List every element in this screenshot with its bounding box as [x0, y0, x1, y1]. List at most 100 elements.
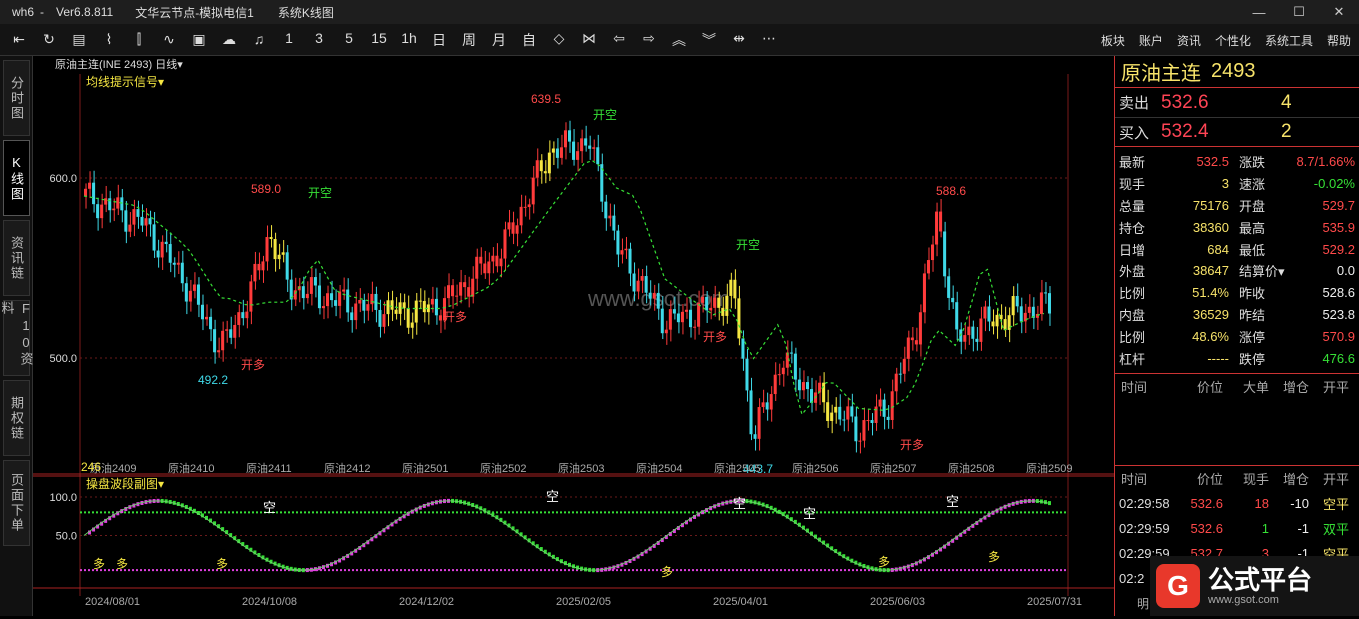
more-icon[interactable]: ⋯	[754, 30, 784, 50]
candle-body	[640, 276, 644, 281]
expand-icon[interactable]: ◇	[544, 30, 574, 50]
signal-kaikong: 开空	[736, 238, 760, 252]
bar-chart-icon[interactable]: ⫿	[124, 31, 154, 48]
candle-body	[269, 237, 273, 240]
left-arrow-icon[interactable]: ⇤	[4, 31, 34, 48]
sidebar-tab[interactable]: F10资料	[0, 300, 34, 376]
sidebar-tab[interactable]: 分时图	[3, 60, 30, 136]
menu-item[interactable]: 资讯	[1177, 32, 1201, 49]
candle-body	[572, 141, 576, 160]
candle-body	[192, 284, 196, 291]
period-button[interactable]: 月	[484, 30, 514, 50]
quote-row: 外盘 38647 结算价▾ 0.0	[1115, 260, 1359, 282]
screen-icon[interactable]: ▣	[184, 31, 214, 48]
candle-body	[422, 301, 426, 313]
next-icon[interactable]: ⇨	[634, 30, 664, 50]
low-label-1: 492.2	[198, 373, 228, 387]
period-button[interactable]: 周	[454, 30, 484, 50]
candle-body	[156, 250, 160, 258]
tick-type: 双平	[1322, 521, 1349, 537]
logo-name: 公式平台	[1208, 565, 1313, 595]
quote-details: 最新 532.5 涨跌 8.7/1.66% 现手 3 速涨 -0.02% 总量 75176 开盘 52…	[1115, 146, 1359, 369]
candle-body	[200, 304, 204, 320]
menu-item[interactable]: 板块	[1101, 32, 1125, 49]
candle-body	[221, 330, 225, 351]
candle-body	[983, 306, 987, 319]
quote-value: 528.6	[1322, 285, 1355, 301]
table-icon[interactable]: ▤	[64, 31, 94, 48]
candle-body	[309, 277, 313, 294]
bottom-tab[interactable]: 明	[1137, 595, 1149, 612]
candle-body	[535, 160, 539, 178]
line-chart-icon[interactable]: ⌇	[94, 31, 124, 48]
sidebar-tab[interactable]: K线图	[3, 140, 30, 216]
split-icon[interactable]: ⇹	[724, 30, 754, 50]
menu-item[interactable]: 账户	[1139, 32, 1163, 49]
period-button[interactable]: 5	[334, 30, 364, 50]
menu-item[interactable]: 个性化	[1215, 32, 1251, 49]
close-icon[interactable]: ✕	[1319, 0, 1359, 24]
candle-body	[894, 373, 898, 392]
period-button[interactable]: 1	[274, 30, 304, 50]
candle-body	[1003, 319, 1007, 330]
up-icon[interactable]: ︽	[664, 30, 694, 50]
candle-body	[88, 182, 92, 189]
instrument-code: 2493	[1211, 60, 1256, 82]
candle-body	[152, 224, 156, 251]
maximize-icon[interactable]: ☐	[1279, 0, 1319, 24]
candle-body	[1019, 306, 1023, 322]
candle-body	[160, 241, 164, 258]
tick-row: 02:29:59 532.6 1 -1 双平	[1115, 516, 1359, 541]
sell-price: 532.6	[1161, 91, 1209, 113]
candle-body	[471, 278, 475, 297]
down-icon[interactable]: ︾	[694, 30, 724, 50]
quote-row: 最新 532.5 涨跌 8.7/1.66%	[1115, 151, 1359, 173]
main-indicator-label: 均线提示信号▾	[86, 74, 164, 89]
sidebar-tab[interactable]: 页面下单	[3, 460, 30, 546]
period-button[interactable]: 1h	[394, 30, 424, 50]
quote-label: 比例	[1119, 329, 1146, 345]
menu-item[interactable]: 系统工具	[1265, 32, 1313, 49]
sidebar-tab[interactable]: 期权链	[3, 380, 30, 456]
candle-body	[773, 374, 777, 395]
candle-body	[568, 130, 572, 142]
sub-signal-duo: 多	[116, 557, 128, 571]
candle-body	[503, 229, 507, 259]
period-button[interactable]: 日	[424, 30, 454, 50]
quote-value: -0.02%	[1313, 176, 1355, 192]
candle-body	[277, 254, 281, 260]
indicator-icon[interactable]: ∿	[154, 31, 184, 48]
quote-label: 开盘	[1239, 198, 1266, 214]
candle-body	[713, 297, 717, 308]
period-button[interactable]: 3	[304, 30, 334, 50]
column-header: 时间	[1121, 379, 1148, 395]
sell-row[interactable]: 卖出 532.6 4	[1115, 88, 1359, 117]
prev-icon[interactable]: ⇦	[604, 30, 634, 50]
candle-body	[172, 262, 176, 265]
quote-value: 523.8	[1322, 306, 1355, 322]
minimize-icon[interactable]: —	[1239, 0, 1279, 24]
candle-body	[729, 279, 733, 296]
candle-body	[878, 399, 882, 407]
candle-body	[906, 337, 910, 359]
candle-body	[939, 211, 943, 232]
sub-signal-kong: 空	[263, 500, 276, 515]
buy-row[interactable]: 买入 532.4 2	[1115, 117, 1359, 146]
period-button[interactable]: 15	[364, 30, 394, 50]
bell-icon[interactable]: ♫	[244, 31, 274, 48]
candle-body	[926, 260, 930, 274]
kline-chart[interactable]: 原油主连(INE 2493) 日线▾均线提示信号▾600.0500.0www.g…	[33, 56, 1114, 616]
candle-body	[943, 231, 947, 277]
sub-bar	[1047, 501, 1051, 506]
candle-body	[1047, 293, 1051, 314]
candle-body	[527, 204, 531, 208]
candle-body	[245, 311, 249, 319]
candle-body	[979, 318, 983, 342]
cloud-icon[interactable]: ☁	[214, 31, 244, 48]
candle-body	[346, 289, 350, 313]
collapse-icon[interactable]: ⋈	[574, 30, 604, 50]
period-button[interactable]: 自	[514, 30, 544, 50]
refresh-icon[interactable]: ↻	[34, 31, 64, 48]
sidebar-tab[interactable]: 资讯链	[3, 220, 30, 296]
menu-item[interactable]: 帮助	[1327, 32, 1351, 49]
